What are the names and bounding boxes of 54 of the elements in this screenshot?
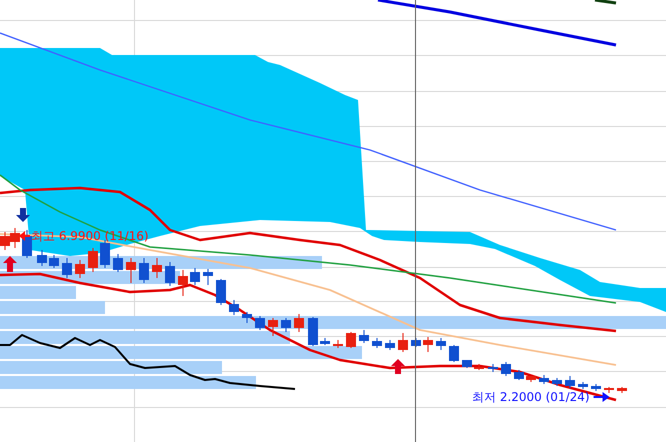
candlestick bbox=[216, 278, 226, 306]
candlestick bbox=[281, 318, 291, 332]
up-arrow-icon bbox=[3, 256, 17, 272]
candlestick bbox=[385, 340, 395, 350]
candlestick bbox=[565, 376, 575, 388]
candlestick bbox=[436, 338, 446, 350]
candlestick bbox=[294, 314, 304, 332]
candlestick bbox=[242, 312, 252, 324]
arrow-left-icon bbox=[19, 231, 30, 241]
price-label: 최저 2.2000 (01/24) bbox=[472, 390, 590, 404]
candlestick bbox=[37, 250, 47, 266]
candlestick bbox=[190, 268, 200, 286]
candlestick bbox=[591, 384, 601, 392]
up-arrow-icon bbox=[391, 359, 405, 374]
candlestick bbox=[22, 230, 32, 258]
candlestick bbox=[333, 340, 343, 348]
candlestick bbox=[423, 336, 433, 352]
candlestick bbox=[203, 268, 213, 286]
candlestick bbox=[578, 382, 588, 390]
candlestick bbox=[113, 254, 123, 272]
candlestick bbox=[152, 258, 162, 278]
candlestick bbox=[372, 338, 382, 348]
candlestick bbox=[126, 258, 136, 284]
candlestick bbox=[539, 374, 549, 384]
candlestick bbox=[0, 232, 10, 250]
candlestick bbox=[474, 364, 484, 370]
candlestick bbox=[514, 370, 524, 380]
arrow-right-icon bbox=[594, 392, 610, 402]
candlestick bbox=[178, 270, 188, 296]
candlestick bbox=[449, 344, 459, 362]
candlestick bbox=[462, 360, 472, 368]
candlestick bbox=[139, 258, 149, 284]
candlestick bbox=[346, 332, 356, 348]
candlestick bbox=[268, 318, 278, 336]
candlestick bbox=[308, 316, 318, 346]
candlestick bbox=[552, 378, 562, 386]
candlestick bbox=[398, 332, 408, 352]
candlestick bbox=[359, 330, 369, 344]
candlestick bbox=[488, 364, 498, 372]
candlestick bbox=[604, 386, 614, 394]
candlestick bbox=[10, 228, 20, 248]
candlestick bbox=[501, 362, 511, 376]
candlestick bbox=[165, 262, 175, 286]
candlestick bbox=[526, 376, 536, 382]
candlestick bbox=[617, 386, 627, 394]
candlestick bbox=[75, 260, 85, 278]
candlestick bbox=[88, 248, 98, 272]
candlestick bbox=[320, 338, 330, 346]
candlestick bbox=[229, 300, 239, 316]
candlestick bbox=[49, 254, 59, 268]
down-arrow-icon bbox=[16, 208, 30, 222]
candlestick bbox=[62, 258, 72, 278]
candlestick bbox=[411, 338, 421, 348]
candlestick bbox=[255, 316, 265, 330]
